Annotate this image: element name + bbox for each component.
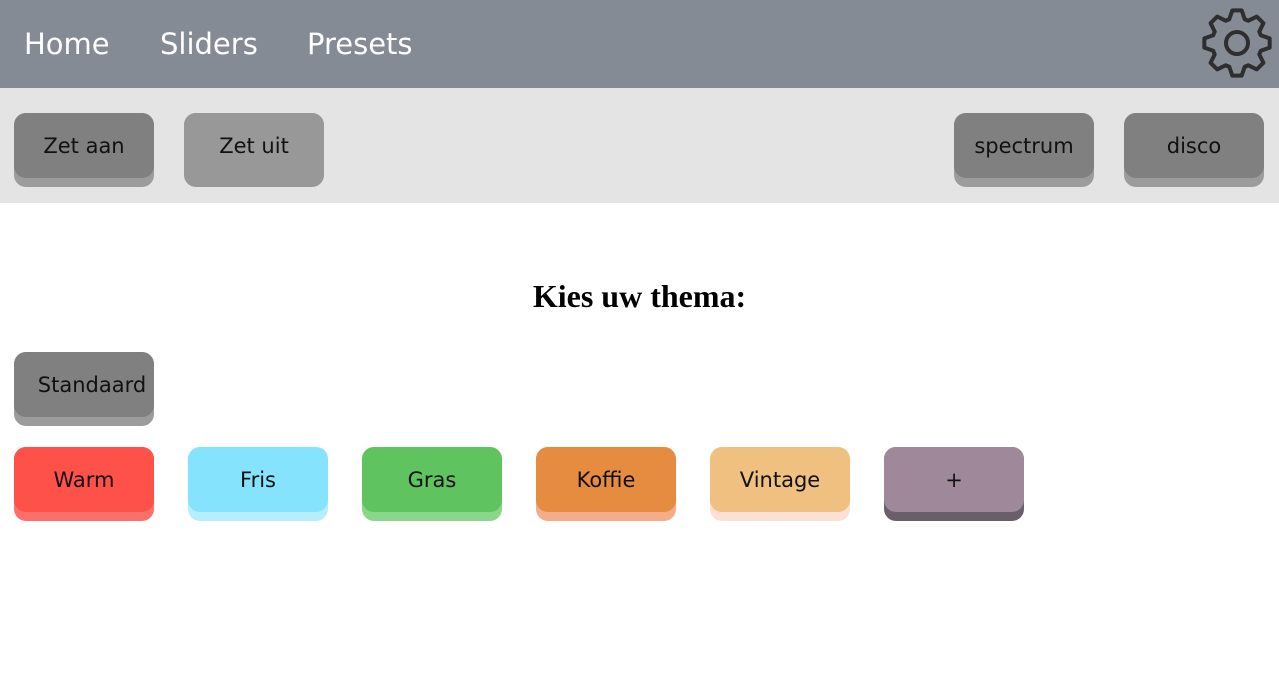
theme-standard-button[interactable]: Standaard [14,352,154,426]
theme-fris-button-label: Fris [188,447,328,512]
nav-link-sliders[interactable]: Sliders [160,24,258,64]
theme-warm-button-label: Warm [14,447,154,512]
power-off-button-label: Zet uit [184,113,324,178]
add-theme-button[interactable]: + [884,447,1024,521]
nav-link-home[interactable]: Home [24,24,110,64]
disco-button-label: disco [1124,113,1264,178]
theme-standard-button-label: Standaard [14,352,154,417]
theme-fris-button[interactable]: Fris [188,447,328,521]
theme-vintage-button[interactable]: Vintage [710,447,850,521]
spectrum-button-label: spectrum [954,113,1094,178]
nav-link-presets[interactable]: Presets [307,24,413,64]
power-on-button[interactable]: Zet aan [14,113,154,187]
control-toolbar: Zet aan Zet uit spectrum disco [0,88,1279,203]
power-on-button-label: Zet aan [14,113,154,178]
gear-outline [1202,8,1272,78]
theme-gras-button[interactable]: Gras [362,447,502,521]
add-theme-button-label: + [884,447,1024,512]
theme-koffie-button-label: Koffie [536,447,676,512]
top-navbar: Home Sliders Presets [0,0,1279,88]
gear-icon[interactable] [1199,5,1275,81]
spectrum-button[interactable]: spectrum [954,113,1094,187]
theme-koffie-button[interactable]: Koffie [536,447,676,521]
theme-heading: Kies uw thema: [532,278,747,314]
theme-warm-button[interactable]: Warm [14,447,154,521]
theme-vintage-button-label: Vintage [710,447,850,512]
disco-button[interactable]: disco [1124,113,1264,187]
theme-gras-button-label: Gras [362,447,502,512]
power-off-button[interactable]: Zet uit [184,113,324,187]
gear-hole [1224,30,1250,56]
